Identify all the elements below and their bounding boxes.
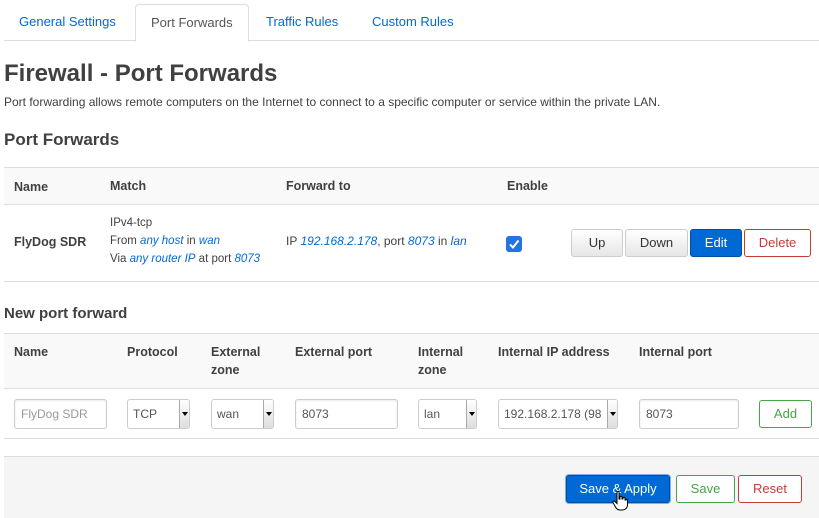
- protocol-select[interactable]: TCP: [127, 399, 190, 429]
- forward-ip: 192.168.2.178: [300, 234, 378, 248]
- col-external-zone-2: zone: [211, 363, 240, 377]
- page-description: Port forwarding allows remote computers …: [4, 95, 661, 109]
- chevron-down-icon: [263, 400, 273, 428]
- match-in-label: in: [186, 235, 196, 247]
- internal-zone-select[interactable]: lan: [418, 399, 477, 429]
- page-title: Firewall - Port Forwards: [4, 60, 278, 87]
- col-internal-port: Internal port: [639, 345, 712, 359]
- tab-general-settings[interactable]: General Settings: [4, 4, 131, 41]
- tab-traffic-rules[interactable]: Traffic Rules: [251, 4, 353, 41]
- match-via: Via any router IP at port 8073: [110, 250, 260, 268]
- match-from-zone: wan: [198, 235, 220, 247]
- col-internal-ip: Internal IP address: [498, 345, 610, 359]
- chevron-down-icon: [607, 400, 617, 428]
- delete-button[interactable]: Delete: [744, 229, 811, 257]
- match-port: 8073: [234, 253, 261, 265]
- tab-bar: General Settings Port Forwards Traffic R…: [4, 4, 819, 42]
- match-at-port-label: at port: [198, 253, 232, 265]
- match-via-label: Via: [110, 253, 127, 265]
- enable-checkbox[interactable]: [506, 236, 522, 252]
- internal-zone-value: lan: [424, 407, 441, 421]
- reset-button[interactable]: Reset: [738, 475, 802, 503]
- protocol-value: TCP: [133, 407, 157, 421]
- col-name: Name: [14, 180, 49, 194]
- hand-pointer-icon: [612, 491, 628, 511]
- external-zone-value: wan: [217, 407, 240, 421]
- new-forward-row: FlyDog SDR TCP wan 8073 lan 192.168.2.17…: [4, 389, 819, 439]
- match-from-host: any host: [140, 235, 184, 247]
- col-enable: Enable: [507, 179, 548, 193]
- external-port-input[interactable]: 8073: [295, 399, 398, 429]
- edit-button[interactable]: Edit: [690, 229, 742, 257]
- internal-ip-value: 192.168.2.178 (98: [504, 407, 602, 421]
- col-external-port: External port: [295, 345, 373, 359]
- col-internal-zone-1: Internal: [418, 345, 464, 359]
- forward-port: 8073: [407, 234, 435, 248]
- new-port-forward-title: New port forward: [4, 305, 128, 322]
- col-name: Name: [14, 345, 49, 359]
- col-internal-zone-2: zone: [418, 363, 447, 377]
- match-from: From any host in wan: [110, 232, 220, 250]
- name-input[interactable]: FlyDog SDR: [14, 399, 107, 429]
- add-button[interactable]: Add: [759, 400, 812, 428]
- down-button[interactable]: Down: [625, 229, 688, 257]
- col-protocol: Protocol: [127, 345, 178, 359]
- forward-target: IP 192.168.2.178, port 8073 in lan: [286, 234, 467, 248]
- rule-name: FlyDog SDR: [14, 235, 87, 249]
- table-header: Name Protocol External zone External por…: [4, 333, 819, 389]
- tab-custom-rules[interactable]: Custom Rules: [357, 4, 469, 41]
- table-row: FlyDog SDR IPv4-tcp From any host in wan…: [4, 205, 819, 282]
- tab-port-forwards[interactable]: Port Forwards: [135, 4, 249, 42]
- port-forwards-table: Name Match Forward to Enable FlyDog SDR …: [4, 167, 819, 282]
- forward-in-label: in: [437, 234, 448, 248]
- save-button[interactable]: Save: [676, 475, 735, 503]
- new-port-forward-table: Name Protocol External zone External por…: [4, 333, 819, 439]
- internal-port-input[interactable]: 8073: [639, 399, 739, 429]
- forward-ip-label: IP: [286, 234, 298, 248]
- port-forwards-title: Port Forwards: [4, 130, 120, 149]
- internal-ip-select[interactable]: 192.168.2.178 (98: [498, 399, 618, 429]
- match-from-label: From: [110, 235, 137, 247]
- up-button[interactable]: Up: [571, 229, 623, 257]
- action-bar: Save & Apply Save Reset: [4, 456, 819, 518]
- forward-zone: lan: [450, 234, 467, 248]
- forward-port-label: , port: [377, 234, 405, 248]
- col-match: Match: [110, 179, 147, 193]
- chevron-down-icon: [466, 400, 476, 428]
- checkmark-icon: [509, 239, 520, 250]
- col-forward-to: Forward to: [286, 179, 351, 193]
- table-header: Name Match Forward to Enable: [4, 167, 819, 205]
- col-external-zone-1: External: [211, 345, 261, 359]
- chevron-down-icon: [179, 400, 189, 428]
- external-zone-select[interactable]: wan: [211, 399, 274, 429]
- match-protocol: IPv4-tcp: [110, 217, 153, 229]
- match-via-ip: any router IP: [129, 253, 196, 265]
